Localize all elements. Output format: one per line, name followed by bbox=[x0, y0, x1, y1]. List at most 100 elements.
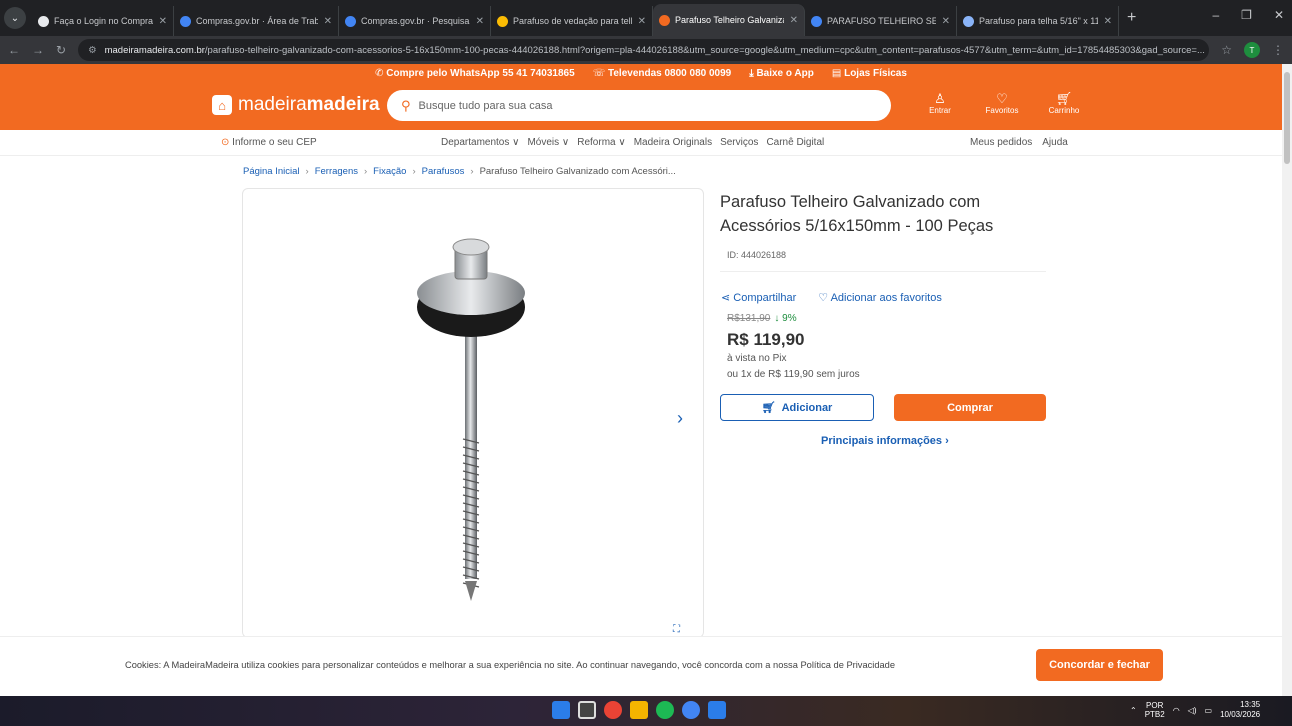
profile-avatar[interactable]: T bbox=[1244, 42, 1260, 58]
close-window-icon[interactable]: ✕ bbox=[1274, 8, 1284, 22]
tab-search-icon[interactable]: ⌄ bbox=[4, 7, 26, 29]
add-to-cart-button[interactable]: 🛒︎ Adicionar bbox=[720, 394, 874, 421]
accept-cookies-button[interactable]: Concordar e fechar bbox=[1036, 649, 1163, 681]
breadcrumb: Página Inicial › Ferragens › Fixação › Parafus… bbox=[243, 166, 676, 177]
header-actions: ♙ Entrar ♡ Favoritos 🛒︎ Carrinho bbox=[918, 91, 1086, 116]
add-to-cart-label: Adicionar bbox=[781, 401, 833, 414]
televendas-link[interactable]: ☏ Televendas 0800 080 0099 bbox=[593, 68, 732, 79]
tab-title: Compras.gov.br · Área de Trab. bbox=[196, 16, 318, 26]
browser-tab[interactable]: Parafuso Telheiro Galvanizado ✕ bbox=[653, 4, 805, 36]
reload-icon[interactable]: ↻ bbox=[56, 43, 66, 57]
back-arrow-icon[interactable]: ← bbox=[8, 43, 20, 57]
minimize-icon[interactable]: – bbox=[1212, 8, 1219, 22]
menu-item[interactable]: Móveis ∨ bbox=[527, 137, 569, 148]
cep-link[interactable]: ⊙ Informe o seu CEP bbox=[221, 137, 317, 148]
page-scrollbar[interactable] bbox=[1282, 64, 1292, 696]
share-actions: ⋖ Compartilhar ♡ Adicionar aos favoritos bbox=[721, 291, 942, 304]
my-orders-link[interactable]: Meus pedidos bbox=[970, 137, 1032, 148]
menu-item[interactable]: Carnê Digital bbox=[766, 137, 824, 148]
chrome-profile-icon[interactable] bbox=[682, 701, 700, 719]
menu-item[interactable]: Departamentos ∨ bbox=[441, 137, 519, 148]
breadcrumb-link[interactable]: Fixação bbox=[373, 166, 406, 177]
document-app-icon[interactable] bbox=[708, 701, 726, 719]
tab-favicon-icon bbox=[38, 15, 49, 27]
browser-tab[interactable]: Compras.gov.br · Área de Trab. ✕ bbox=[174, 6, 339, 36]
tab-close-icon[interactable]: ✕ bbox=[790, 15, 798, 26]
restore-icon[interactable]: ❐ bbox=[1241, 8, 1252, 22]
zoom-icon[interactable]: ⛶ bbox=[673, 624, 680, 635]
tab-favicon-icon bbox=[811, 15, 822, 27]
tab-title: PARAFUSO TELHEIRO SEXTAVA bbox=[827, 16, 936, 26]
tab-close-icon[interactable]: ✕ bbox=[1104, 16, 1112, 27]
main-info-link[interactable]: Principais informações › bbox=[821, 435, 949, 447]
share-button[interactable]: ⋖ Compartilhar bbox=[721, 291, 796, 304]
heart-outline-icon: ♡ bbox=[818, 292, 831, 304]
search-placeholder: Busque tudo para sua casa bbox=[418, 99, 553, 112]
browser-tab[interactable]: Compras.gov.br · Pesquisa de P ✕ bbox=[339, 6, 491, 36]
site-info-icon[interactable]: ⚙ bbox=[88, 45, 97, 56]
tab-close-icon[interactable]: ✕ bbox=[942, 16, 950, 27]
tab-close-icon[interactable]: ✕ bbox=[159, 16, 167, 27]
login-button[interactable]: ♙ Entrar bbox=[918, 92, 962, 116]
stores-link[interactable]: ▤ Lojas Físicas bbox=[832, 68, 907, 79]
search-icon: ⚲ bbox=[401, 97, 411, 113]
product-id: ID: 444026188 bbox=[727, 250, 787, 260]
menu-item[interactable]: Serviços bbox=[720, 137, 758, 148]
volume-icon[interactable]: ◁) bbox=[1188, 706, 1197, 715]
location-pin-icon: ⊙ bbox=[221, 137, 233, 148]
browser-tab-bar: ⌄ Faça o Login no Comprasgov.br✕Compras.… bbox=[0, 0, 1292, 36]
clock[interactable]: 13:35 10/03/2026 bbox=[1220, 700, 1260, 720]
spotify-icon[interactable] bbox=[656, 701, 674, 719]
breadcrumb-separator-icon: › bbox=[364, 166, 368, 177]
cart-icon: 🛒︎ bbox=[761, 402, 776, 414]
tab-close-icon[interactable]: ✕ bbox=[324, 16, 332, 27]
app-download-link[interactable]: ⤓ Baixe o App bbox=[749, 68, 814, 79]
url-input[interactable]: ⚙ madeiramadeira.com.br /parafuso-telhei… bbox=[78, 39, 1210, 61]
tab-favicon-icon bbox=[963, 15, 974, 27]
buy-button[interactable]: Comprar bbox=[894, 394, 1046, 421]
whatsapp-link[interactable]: ✆ Compre pelo WhatsApp 55 41 74031865 bbox=[375, 68, 575, 79]
scrollbar-thumb[interactable] bbox=[1284, 72, 1290, 164]
file-explorer-icon[interactable] bbox=[630, 701, 648, 719]
share-icon: ⋖ bbox=[721, 292, 734, 304]
tab-close-icon[interactable]: ✕ bbox=[476, 16, 484, 27]
old-price-value: R$131,90 bbox=[727, 313, 771, 324]
favorites-button[interactable]: ♡ Favoritos bbox=[980, 92, 1024, 116]
login-label: Entrar bbox=[929, 106, 951, 115]
breadcrumb-separator-icon: › bbox=[412, 166, 416, 177]
task-view-icon[interactable] bbox=[578, 701, 596, 719]
breadcrumb-link[interactable]: Ferragens bbox=[315, 166, 358, 177]
menu-item[interactable]: Reforma ∨ bbox=[577, 137, 625, 148]
tray-chevron-icon[interactable]: ⌃ bbox=[1130, 706, 1137, 715]
tab-close-icon[interactable]: ✕ bbox=[638, 16, 646, 27]
wifi-icon[interactable]: ◠ bbox=[1173, 706, 1180, 715]
browser-tab[interactable]: PARAFUSO TELHEIRO SEXTAVA ✕ bbox=[805, 6, 957, 36]
system-tray: ⌃ POR PTB2 ◠ ◁) ▭ 13:35 10/03/2026 bbox=[1130, 700, 1260, 720]
browser-tab[interactable]: Parafuso para telha 5/16" x 11 ✕ bbox=[957, 6, 1119, 36]
site-header: ⌂ madeiramadeira ⚲ Busque tudo para sua … bbox=[0, 82, 1282, 130]
menu-item[interactable]: Madeira Originals bbox=[634, 137, 712, 148]
bookmark-star-icon[interactable]: ☆ bbox=[1221, 43, 1232, 57]
breadcrumb-link[interactable]: Página Inicial bbox=[243, 166, 300, 177]
account-links: Meus pedidos Ajuda bbox=[970, 137, 1068, 148]
battery-icon[interactable]: ▭ bbox=[1205, 706, 1213, 715]
product-title: Parafuso Telheiro Galvanizado com Acessó… bbox=[720, 193, 994, 235]
add-favorite-button[interactable]: ♡ Adicionar aos favoritos bbox=[818, 291, 942, 304]
breadcrumb-link[interactable]: Parafusos bbox=[422, 166, 465, 177]
help-link[interactable]: Ajuda bbox=[1042, 137, 1068, 148]
site-logo[interactable]: ⌂ madeiramadeira bbox=[212, 94, 380, 116]
gallery-next-arrow-icon[interactable]: › bbox=[677, 408, 683, 429]
new-tab-button[interactable]: + bbox=[1127, 9, 1136, 27]
browser-tab[interactable]: Parafuso de vedação para telha ✕ bbox=[491, 6, 653, 36]
discount-badge: ↓ 9% bbox=[774, 313, 797, 324]
forward-arrow-icon[interactable]: → bbox=[32, 43, 44, 57]
cart-button[interactable]: 🛒︎ Carrinho bbox=[1042, 91, 1086, 116]
search-input[interactable]: ⚲ Busque tudo para sua casa bbox=[387, 90, 891, 121]
windows-start-icon[interactable] bbox=[552, 701, 570, 719]
store-icon: ▤ bbox=[831, 67, 845, 79]
cart-icon: 🛒︎ bbox=[1055, 91, 1073, 106]
browser-menu-icon[interactable]: ⋮ bbox=[1272, 43, 1284, 57]
language-indicator[interactable]: POR PTB2 bbox=[1145, 701, 1165, 719]
chrome-icon[interactable] bbox=[604, 701, 622, 719]
browser-tab[interactable]: Faça o Login no Comprasgov.br ✕ bbox=[32, 6, 174, 36]
